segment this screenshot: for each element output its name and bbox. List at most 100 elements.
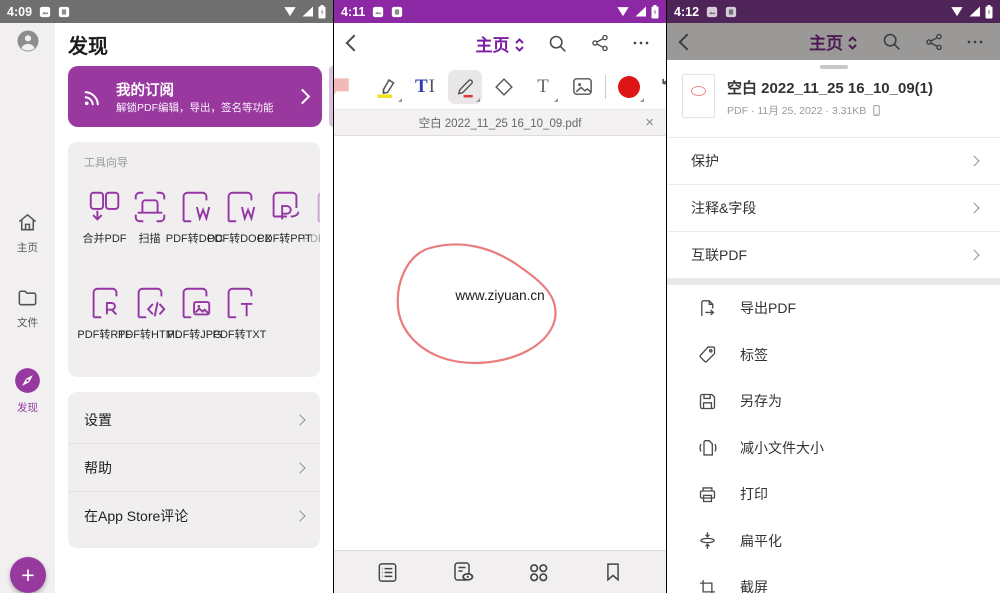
- highlighter-tool-button[interactable]: [370, 70, 404, 104]
- search-icon[interactable]: [547, 33, 568, 54]
- pencil-tool-button-selected[interactable]: [448, 70, 482, 104]
- comment-icon: [334, 74, 352, 100]
- print-row[interactable]: 打印: [667, 471, 1000, 518]
- nav-title: 主页: [809, 34, 843, 53]
- undo-icon: [657, 75, 666, 99]
- connected-pdf-row[interactable]: 互联PDF: [667, 232, 1000, 279]
- view-settings-icon[interactable]: [450, 559, 476, 585]
- tool-label: PDF转XLS: [303, 230, 320, 246]
- help-label: 帮助: [84, 458, 112, 478]
- tool-pdf-to-txt[interactable]: PDF转TXT: [217, 284, 262, 342]
- flatten-row[interactable]: 扁平化: [667, 518, 1000, 565]
- tool-pdf-to-xls[interactable]: PDF转XLS: [307, 188, 320, 246]
- tool-pdf-to-ppt[interactable]: PDF转PPT: [262, 188, 307, 246]
- status-time: 4:11: [341, 5, 365, 19]
- share-icon[interactable]: [590, 33, 610, 53]
- merge-pdf-icon: [86, 188, 124, 226]
- sidebar-item-home[interactable]: 主页: [0, 211, 55, 255]
- tags-row[interactable]: 标签: [667, 332, 1000, 379]
- more-icon[interactable]: [632, 34, 650, 52]
- subscription-title: 我的订阅: [116, 79, 291, 100]
- search-icon: [881, 31, 902, 52]
- review-item[interactable]: 在App Store评论: [68, 491, 320, 539]
- tool-merge-pdf[interactable]: 合并PDF: [82, 188, 127, 246]
- wifi-icon: [283, 6, 297, 17]
- status-bar: 4:11: [334, 0, 666, 23]
- close-tab-icon[interactable]: ×: [645, 115, 654, 130]
- export-pdf-row[interactable]: 导出PDF: [667, 285, 1000, 332]
- nav-title[interactable]: 主页: [476, 36, 510, 55]
- file-title: 空白 2022_11_25 16_10_09(1): [727, 77, 933, 98]
- pdf-to-txt-icon: [221, 284, 259, 322]
- plus-icon: +: [21, 564, 34, 587]
- tags-label: 标签: [740, 345, 768, 365]
- print-label: 打印: [740, 484, 768, 504]
- subscription-rss-icon: [80, 84, 106, 110]
- subscription-banner[interactable]: 我的订阅 解锁PDF编辑，导出，签名等功能: [68, 66, 322, 127]
- text-tool-button[interactable]: T: [526, 70, 560, 104]
- tools-row-1: 合并PDF 扫描 PDF转DOC PDF转DOCX PDF转PPT: [82, 188, 320, 246]
- color-swatch-red: [618, 76, 640, 98]
- battery-icon: [318, 5, 326, 19]
- status-time: 4:09: [7, 5, 32, 19]
- section-rows: 保护 注释&字段 互联PDF 导出PDF 标签: [667, 137, 1000, 593]
- reduce-file-size-row[interactable]: 减小文件大小: [667, 425, 1000, 472]
- discover-screen: 4:09 主页 文件 发现: [0, 0, 333, 593]
- status-bar: 4:12: [667, 0, 1000, 23]
- comment-tool-button[interactable]: [334, 70, 356, 104]
- editor-screen: 4:11 主页: [334, 0, 666, 593]
- tools-card: 工具向导 合并PDF 扫描 PDF转DOC PDF转DOCX: [68, 142, 320, 377]
- document-tab-title[interactable]: 空白 2022_11_25 16_10_09.pdf: [334, 115, 666, 131]
- sidebar-item-files[interactable]: 文件: [0, 286, 55, 330]
- pdf-to-xls-icon: [311, 188, 321, 226]
- crop-screenshot-icon: [697, 577, 718, 593]
- save-icon: [697, 391, 718, 412]
- comments-fields-row[interactable]: 注释&字段: [667, 185, 1000, 232]
- pdf-to-rtf-icon: [86, 284, 124, 322]
- person-icon: [16, 29, 40, 53]
- protect-row[interactable]: 保护: [667, 138, 1000, 185]
- pdf-canvas[interactable]: www.ziyuan.cn: [334, 136, 666, 550]
- ink-annotation-circle: [334, 136, 666, 550]
- back-button[interactable]: [679, 33, 696, 50]
- save-as-row[interactable]: 另存为: [667, 378, 1000, 425]
- save-as-label: 另存为: [740, 391, 782, 411]
- tools-card-title: 工具向导: [84, 154, 320, 170]
- edit-text-tool-button[interactable]: TI: [408, 70, 442, 104]
- page-title: 发现: [68, 30, 108, 59]
- next-card-peek[interactable]: [329, 66, 333, 127]
- eraser-tool-button[interactable]: [487, 70, 521, 104]
- pdf-to-doc-icon: [176, 188, 214, 226]
- tool-pdf-to-jpg[interactable]: PDF转JPG: [172, 284, 217, 342]
- color-picker-button[interactable]: [612, 70, 646, 104]
- sidebar-item-discover[interactable]: 发现: [0, 367, 55, 415]
- tool-pdf-to-html[interactable]: PDF转HTML: [127, 284, 172, 342]
- settings-item[interactable]: 设置: [68, 396, 320, 443]
- add-fab-button[interactable]: +: [10, 557, 46, 593]
- discover-sidebar: 主页 文件 发现 +: [0, 23, 55, 593]
- chevron-right-icon: [968, 249, 979, 260]
- more-icon: [966, 33, 984, 51]
- pdf-to-html-icon: [131, 284, 169, 322]
- chevron-right-icon: [294, 510, 305, 521]
- undo-button[interactable]: [652, 70, 666, 104]
- outline-list-icon[interactable]: [375, 560, 400, 585]
- notification-app-icon: [725, 6, 737, 18]
- home-icon: [16, 211, 39, 234]
- annotation-toolbar: TI T: [334, 64, 666, 109]
- bookmark-icon[interactable]: [601, 560, 625, 584]
- avatar[interactable]: [0, 29, 55, 58]
- thumbnails-grid-icon[interactable]: [526, 560, 551, 585]
- screenshot-row[interactable]: 截屏: [667, 564, 1000, 593]
- tag-icon: [697, 344, 718, 365]
- tools-row-2: PDF转RTF PDF转HTML PDF转JPG PDF转TXT: [82, 284, 262, 342]
- tool-pdf-to-docx[interactable]: PDF转DOCX: [217, 188, 262, 246]
- help-item[interactable]: 帮助: [68, 443, 320, 491]
- image-tool-button[interactable]: [565, 70, 599, 104]
- long-press-indicator: [554, 98, 558, 102]
- document-actions-sheet: 空白 2022_11_25 16_10_09(1) PDF · 11月 25, …: [667, 60, 1000, 593]
- drag-handle[interactable]: [820, 65, 848, 69]
- reduce-file-size-label: 减小文件大小: [740, 438, 824, 458]
- editor-nav-bar: 主页: [334, 23, 666, 63]
- back-button[interactable]: [346, 35, 363, 52]
